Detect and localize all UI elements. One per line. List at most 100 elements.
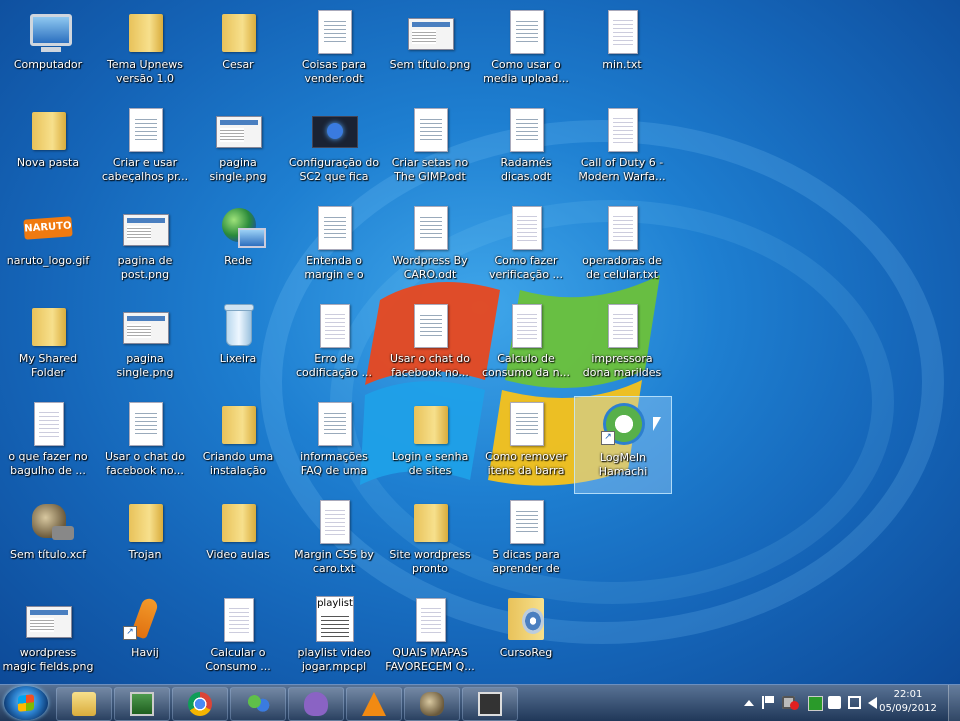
doc-icon — [121, 106, 169, 154]
desktop-icon-label: Tema Upnews versão 1.0 — [106, 58, 184, 85]
desktop-icon[interactable]: Trojan — [97, 494, 193, 590]
desktop-icon[interactable]: pagina de post.png — [97, 200, 193, 296]
doc-icon — [310, 400, 358, 448]
app-tray-green-icon[interactable] — [808, 696, 823, 711]
txt-glyph — [34, 402, 64, 446]
desktop-icon[interactable]: playlist playlist video jogar.mpcpl — [286, 592, 382, 688]
desktop-icon-label: CursoReg — [499, 646, 553, 659]
desktop-icon-label: Call of Duty 6 - Modern Warfa... — [578, 156, 666, 183]
shot-icon — [214, 106, 262, 154]
doc-glyph — [414, 108, 448, 152]
desktop-icon[interactable]: Sem título.png — [382, 4, 478, 100]
desktop-icon[interactable]: ↗ LogMeIn Hamachi — [574, 396, 672, 494]
desktop-icon[interactable]: Configuração do SC2 que fica co... — [286, 102, 382, 198]
playlist-badge: playlist — [317, 598, 353, 609]
show-desktop-button[interactable] — [948, 685, 960, 721]
desktop-icon[interactable]: Radamés dicas.odt — [478, 102, 574, 198]
desktop-icon[interactable]: impressora dona marildes HP DE... — [574, 298, 670, 394]
desktop-icon[interactable]: Coisas para vender.odt — [286, 4, 382, 100]
taskbar-explorer[interactable] — [56, 687, 112, 721]
desktop-icon-label: wordpress magic fields.png — [2, 646, 94, 673]
taskbar-pidgin[interactable] — [288, 687, 344, 721]
desktop-icon[interactable]: 5 dicas para aprender de ver... — [478, 494, 574, 590]
globe-glyph — [222, 208, 266, 248]
desktop-icon-label: Entenda o margin e o padding do ... — [304, 254, 364, 281]
desktop-icon[interactable]: Usar o chat do facebook no... — [382, 298, 478, 394]
txt-icon — [598, 8, 646, 56]
desktop-icon-label: LogMeIn Hamachi — [598, 451, 648, 478]
desktop-icon[interactable]: Criando uma instalação não-... — [190, 396, 286, 492]
desktop-icon[interactable]: Nova pasta — [0, 102, 96, 198]
desktop-icon[interactable]: Como usar o media upload... — [478, 4, 574, 100]
desktop-icon[interactable]: Cesar — [190, 4, 286, 100]
clock[interactable]: 22:01 05/09/2012 — [872, 688, 944, 716]
desktop-icon-label: Usar o chat do facebook no... — [389, 352, 471, 379]
desktop-icon[interactable]: Margin CSS by caro.txt — [286, 494, 382, 590]
taskbar-media-center[interactable] — [114, 687, 170, 721]
desktop-icon[interactable]: Lixeira — [190, 298, 286, 394]
doc-icon — [502, 106, 550, 154]
desktop-icon[interactable]: QUAIS MAPAS FAVORECEM Q... — [382, 592, 478, 688]
folder-glyph — [125, 10, 163, 52]
desktop-icon[interactable]: Computador — [0, 4, 96, 100]
desktop-icon[interactable]: o que fazer no bagulho de ... — [0, 396, 96, 492]
desktop-icon[interactable]: Como fazer verificação ... — [478, 200, 574, 296]
desktop-icon[interactable]: ↗ Havij — [97, 592, 193, 688]
taskbar-chrome[interactable] — [172, 687, 228, 721]
start-button[interactable] — [4, 686, 48, 720]
doc-glyph — [318, 402, 352, 446]
desktop-icon[interactable]: Sem título.xcf — [0, 494, 96, 590]
desktop-icon[interactable]: Calculo de consumo da n... — [478, 298, 574, 394]
desktop-icon[interactable]: Video aulas — [190, 494, 286, 590]
desktop-icon[interactable]: pagina single.png — [97, 298, 193, 394]
show-hidden-icons-icon[interactable] — [744, 700, 754, 706]
desktop-icon-label: Cesar — [222, 58, 254, 71]
desktop-icon[interactable]: Rede — [190, 200, 286, 296]
desktop-icon[interactable]: informações FAQ de uma empres... — [286, 396, 382, 492]
desktop-icon-label: o que fazer no bagulho de ... — [8, 450, 88, 477]
desktop-icon-label: Criando uma instalação não-... — [202, 450, 274, 477]
desktop-icon[interactable]: min.txt — [574, 4, 670, 100]
desktop-icon-label: playlist video jogar.mpcpl — [297, 646, 371, 673]
desktop-icon-label: pagina single.png — [116, 352, 174, 379]
desktop-icon[interactable]: Erro de codificação ... — [286, 298, 382, 394]
desktop-icon[interactable]: Tema Upnews versão 1.0 — [97, 4, 193, 100]
tray-screen-icon[interactable] — [828, 696, 841, 709]
desktop-icon[interactable]: Como remover itens da barra de... — [478, 396, 574, 492]
desktop-icon[interactable]: wordpress magic fields.png — [0, 592, 96, 688]
desktop-icon[interactable]: pagina single.png — [190, 102, 286, 198]
desktop-icon[interactable]: Site wordpress pronto — [382, 494, 478, 590]
doc-glyph — [129, 402, 163, 446]
desktop-icon[interactable]: Entenda o margin e o padding do ... — [286, 200, 382, 296]
desktop-icon[interactable]: My Shared Folder — [0, 298, 96, 394]
desktop-icon[interactable]: Login e senha de sites inseguros — [382, 396, 478, 492]
txt-glyph — [512, 206, 542, 250]
doc-icon — [406, 106, 454, 154]
desktop-icon-label: Video aulas — [206, 548, 270, 561]
app-tray-red-icon[interactable] — [790, 701, 799, 710]
gimp-glyph — [32, 504, 74, 540]
desktop-icon[interactable]: operadoras de de celular.txt — [574, 200, 670, 296]
taskbar-vlc[interactable] — [346, 687, 402, 721]
action-center-flag-icon[interactable] — [762, 696, 775, 709]
playlist-glyph: playlist — [316, 596, 354, 642]
desktop-icon[interactable]: Criar e usar cabeçalhos pr... — [97, 102, 193, 198]
desktop-icon[interactable]: CursoReg — [478, 592, 574, 688]
desktop-icon[interactable]: Call of Duty 6 - Modern Warfa... — [574, 102, 670, 198]
desktop-icon[interactable]: Criar setas no The GIMP.odt — [382, 102, 478, 198]
taskbar-messenger[interactable] — [230, 687, 286, 721]
taskbar-gimp[interactable] — [404, 687, 460, 721]
desktop-icon[interactable]: Wordpress By CARO.odt — [382, 200, 478, 296]
vlc-icon — [362, 692, 386, 716]
network-icon[interactable] — [848, 696, 861, 709]
doc-glyph — [414, 304, 448, 348]
cursoreg-icon — [502, 596, 550, 644]
gimp-icon — [24, 498, 74, 546]
shot-glyph — [216, 116, 262, 148]
desktop-icon[interactable]: NARUTO naruto_logo.gif — [0, 200, 96, 296]
folder-glyph — [125, 500, 163, 542]
taskbar-capture[interactable] — [462, 687, 518, 721]
desktop-icon[interactable]: Calcular o Consumo ... — [190, 592, 286, 688]
desktop-icon-label: Login e senha de sites inseguros — [391, 450, 469, 477]
desktop-icon[interactable]: Usar o chat do facebook no... — [97, 396, 193, 492]
